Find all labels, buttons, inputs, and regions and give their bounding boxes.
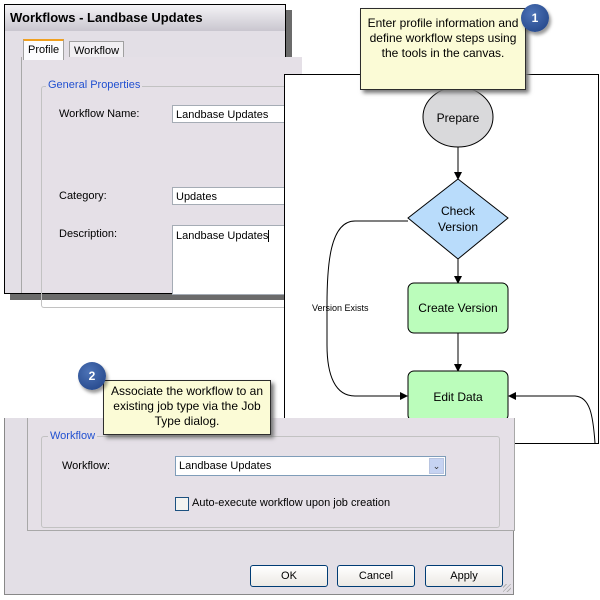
title-bar: Workflows - Landbase Updates <box>5 5 285 31</box>
callout-1: Enter profile information and define wor… <box>360 8 526 90</box>
node-create-version-label: Create Version <box>418 301 497 315</box>
text-cursor: ​ <box>268 230 270 242</box>
auto-execute-label: Auto-execute workflow upon job creation <box>192 497 391 509</box>
node-check-version-label-2: Version <box>438 220 478 234</box>
edge-label-version-exists: Version Exists <box>312 303 369 313</box>
auto-execute-checkbox[interactable] <box>175 497 189 511</box>
description-textarea[interactable]: Landbase Updates​ <box>172 225 302 295</box>
tab-profile[interactable]: Profile <box>23 39 65 60</box>
workflow-canvas[interactable]: Prepare Check Version Create Version Edi… <box>284 74 599 444</box>
node-edit-data-label: Edit Data <box>433 390 483 404</box>
workflow-diagram: Prepare Check Version Create Version Edi… <box>312 86 596 443</box>
resize-grip[interactable] <box>503 584 511 592</box>
job-type-panel: Workflow Workflow: Landbase Updates ⌄ Au… <box>27 418 515 531</box>
category-input[interactable]: Updates <box>172 187 302 205</box>
dialog-title: Workflows - Landbase Updates <box>10 10 203 25</box>
description-text: Landbase Updates <box>176 230 269 242</box>
callout-2: Associate the workflow to an existing jo… <box>103 380 271 435</box>
profile-tab-panel: General Properties Workflow Name: Landba… <box>21 57 302 308</box>
node-prepare-label: Prepare <box>437 111 480 125</box>
workflow-group <box>41 436 500 528</box>
workflow-select-value: Landbase Updates <box>179 460 272 472</box>
general-properties-label: General Properties <box>46 79 143 91</box>
node-check-version[interactable] <box>407 178 509 260</box>
edge-loop-to-edit <box>508 392 596 443</box>
callout-2-badge: 2 <box>78 362 106 390</box>
node-check-version-label-1: Check <box>441 204 476 218</box>
workflow-name-label: Workflow Name: <box>59 108 140 120</box>
callout-1-text: Enter profile information and define wor… <box>367 16 519 60</box>
description-label: Description: <box>59 228 118 240</box>
category-label: Category: <box>59 190 107 202</box>
workflow-name-input[interactable]: Landbase Updates <box>172 105 302 123</box>
workflow-profile-dialog: Workflows - Landbase Updates Profile Wor… <box>4 4 302 308</box>
cancel-button[interactable]: Cancel <box>337 565 415 587</box>
workflow-group-label: Workflow <box>48 430 98 442</box>
apply-button[interactable]: Apply <box>425 565 503 587</box>
workflow-label: Workflow: <box>62 460 111 472</box>
job-type-dialog: Workflow Workflow: Landbase Updates ⌄ Au… <box>4 418 515 595</box>
chevron-down-icon[interactable]: ⌄ <box>429 458 444 474</box>
ok-button[interactable]: OK <box>250 565 328 587</box>
callout-2-text: Associate the workflow to an existing jo… <box>110 384 264 428</box>
callout-1-badge: 1 <box>521 4 549 32</box>
workflow-select[interactable]: Landbase Updates ⌄ <box>175 456 446 476</box>
